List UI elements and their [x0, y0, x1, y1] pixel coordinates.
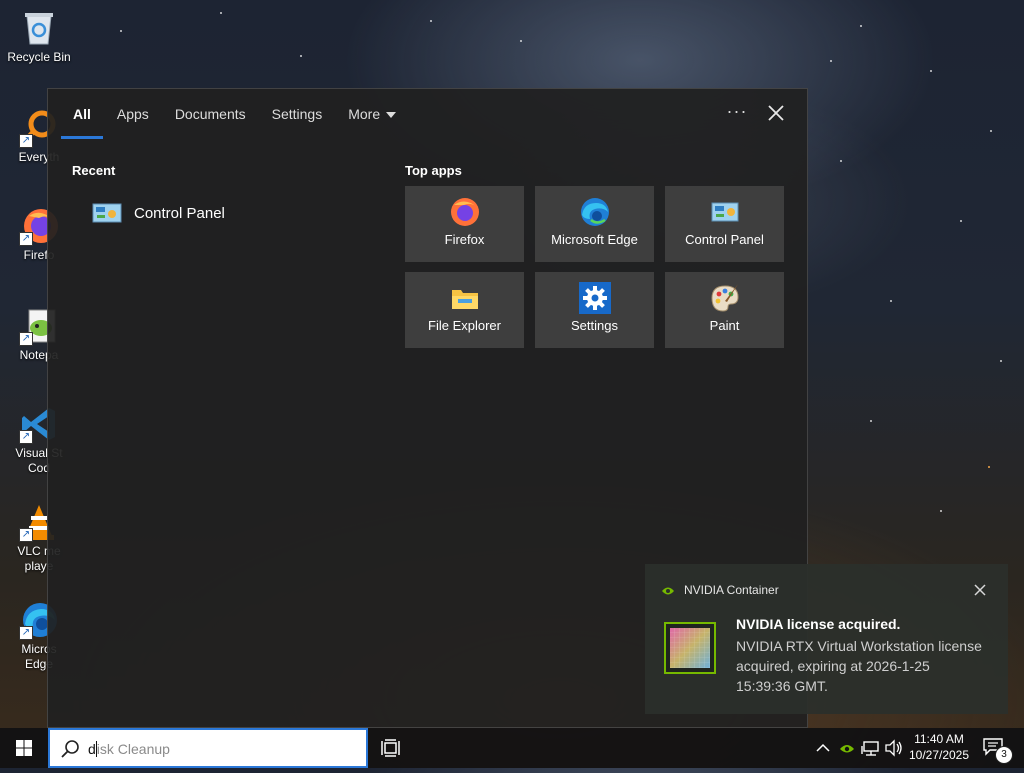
- search-suggestion-text: isk Cleanup: [96, 741, 170, 757]
- recent-heading: Recent: [72, 163, 116, 178]
- taskbar-clock[interactable]: 11:40 AM 10/27/2025: [904, 731, 974, 763]
- recycle-bin-icon: [19, 8, 59, 48]
- shortcut-arrow-icon: ↗: [19, 626, 33, 640]
- top-app-paint[interactable]: Paint: [665, 272, 784, 348]
- volume-icon: [885, 739, 902, 757]
- search-icon: [61, 740, 79, 758]
- action-center-button[interactable]: 3: [982, 736, 1013, 764]
- shortcut-arrow-icon: ↗: [19, 430, 33, 444]
- gpu-chip-icon: [664, 622, 716, 674]
- tab-documents[interactable]: Documents: [162, 89, 259, 139]
- top-apps-heading: Top apps: [405, 163, 462, 178]
- notification-body: NVIDIA RTX Virtual Workstation license a…: [736, 638, 982, 694]
- top-app-edge[interactable]: Microsoft Edge: [535, 186, 654, 262]
- clock-date: 10/27/2025: [908, 748, 970, 762]
- shortcut-arrow-icon: ↗: [19, 134, 33, 148]
- recent-item-control-panel[interactable]: Control Panel: [84, 197, 384, 229]
- close-icon: [974, 584, 986, 596]
- paint-icon: [709, 282, 741, 314]
- tab-more[interactable]: More: [335, 89, 409, 139]
- top-app-settings[interactable]: Settings: [535, 272, 654, 348]
- tab-apps[interactable]: Apps: [104, 89, 162, 139]
- close-icon: [768, 105, 784, 121]
- tray-volume[interactable]: [884, 738, 904, 758]
- desktop-icon-label: Recycle Bin: [7, 50, 71, 64]
- taskbar: disk Cleanup 11:40 AM 10/27/2025 3: [0, 728, 1024, 768]
- search-query: disk Cleanup: [88, 741, 170, 757]
- top-app-label: Firefox: [444, 232, 485, 247]
- shortcut-arrow-icon: ↗: [19, 528, 33, 542]
- tray-nvidia[interactable]: [838, 738, 856, 758]
- notification-close-button[interactable]: [971, 581, 989, 599]
- taskbar-search-input[interactable]: disk Cleanup: [48, 728, 368, 768]
- desktop-icon-recycle-bin[interactable]: Recycle Bin: [2, 8, 76, 65]
- control-panel-icon: [709, 196, 741, 228]
- show-hidden-icons-button[interactable]: [815, 738, 831, 758]
- top-app-label: Microsoft Edge: [551, 232, 638, 247]
- chevron-up-icon: [816, 743, 830, 752]
- windows-logo-icon: [16, 740, 32, 756]
- start-button[interactable]: [0, 728, 48, 768]
- settings-gear-icon: [578, 282, 611, 314]
- tab-all[interactable]: All: [60, 89, 104, 139]
- notification-app-name: NVIDIA Container: [684, 583, 779, 597]
- notification-title: NVIDIA license acquired.: [736, 616, 901, 632]
- top-app-control-panel[interactable]: Control Panel: [665, 186, 784, 262]
- top-app-label: Control Panel: [685, 232, 764, 247]
- notification-toast[interactable]: NVIDIA Container NVIDIA license acquired…: [645, 564, 1008, 714]
- search-typed-text: d: [88, 741, 96, 757]
- notification-count-badge: 3: [995, 746, 1013, 764]
- top-app-firefox[interactable]: Firefox: [405, 186, 524, 262]
- network-icon: [861, 741, 879, 756]
- top-app-label: Settings: [571, 318, 618, 333]
- tray-network[interactable]: [861, 738, 881, 758]
- top-app-label: File Explorer: [428, 318, 501, 333]
- file-explorer-icon: [449, 282, 481, 314]
- nvidia-logo-icon: [840, 745, 854, 753]
- task-view-icon: [381, 739, 400, 757]
- top-app-label: Paint: [709, 318, 740, 333]
- edge-icon: [579, 196, 611, 228]
- search-tabs: All Apps Documents Settings More: [60, 89, 409, 139]
- nvidia-logo-icon: [662, 587, 674, 595]
- shortcut-arrow-icon: ↗: [19, 332, 33, 346]
- task-view-button[interactable]: [381, 738, 401, 758]
- close-button[interactable]: [764, 101, 788, 125]
- clock-time: 11:40 AM: [914, 732, 964, 746]
- tab-settings[interactable]: Settings: [259, 89, 336, 139]
- more-options-button[interactable]: ···: [724, 101, 750, 125]
- recent-item-label: Control Panel: [134, 204, 225, 222]
- chevron-down-icon: [386, 112, 397, 119]
- shortcut-arrow-icon: ↗: [19, 232, 33, 246]
- firefox-icon: [449, 196, 481, 228]
- tab-more-label: More: [348, 106, 381, 122]
- top-app-file-explorer[interactable]: File Explorer: [405, 272, 524, 348]
- control-panel-icon: [92, 202, 122, 224]
